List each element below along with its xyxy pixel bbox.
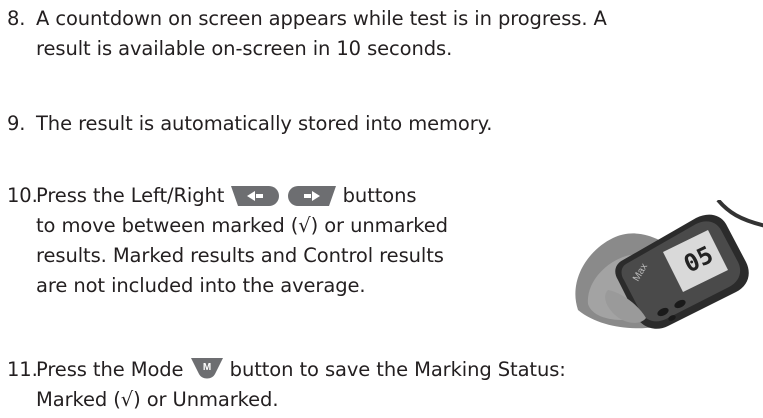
step-number: 9. [7, 112, 26, 135]
step-number: 10. [7, 184, 38, 207]
step-text-line: are not included into the average. [36, 274, 366, 297]
step-text-line: Marked (√) or Unmarked. [36, 388, 279, 411]
step-text-line: The result is automatically stored into … [36, 112, 493, 135]
step-text-part: Press the Mode [36, 358, 184, 381]
step-text-line: Press the Mode M button to save the Mark… [36, 355, 566, 389]
step-text-line: Press the Left/Right buttons [36, 181, 417, 215]
step-text-line: result is available on-screen in 10 seco… [36, 37, 453, 60]
glucose-meter-photo: 05 Max [568, 198, 763, 336]
mode-button-letter: M [202, 362, 210, 373]
step-text-part: button to save the Marking Status: [229, 358, 566, 381]
step-text-line: results. Marked results and Control resu… [36, 244, 444, 267]
step-number: 11. [7, 358, 38, 381]
step-text-part: Press the Left/Right [36, 184, 225, 207]
step-text-part: buttons [342, 184, 417, 207]
step-text-line: A countdown on screen appears while test… [36, 7, 607, 30]
step-number: 8. [7, 7, 26, 30]
step-text-line: to move between marked (√) or unmarked [36, 214, 448, 237]
